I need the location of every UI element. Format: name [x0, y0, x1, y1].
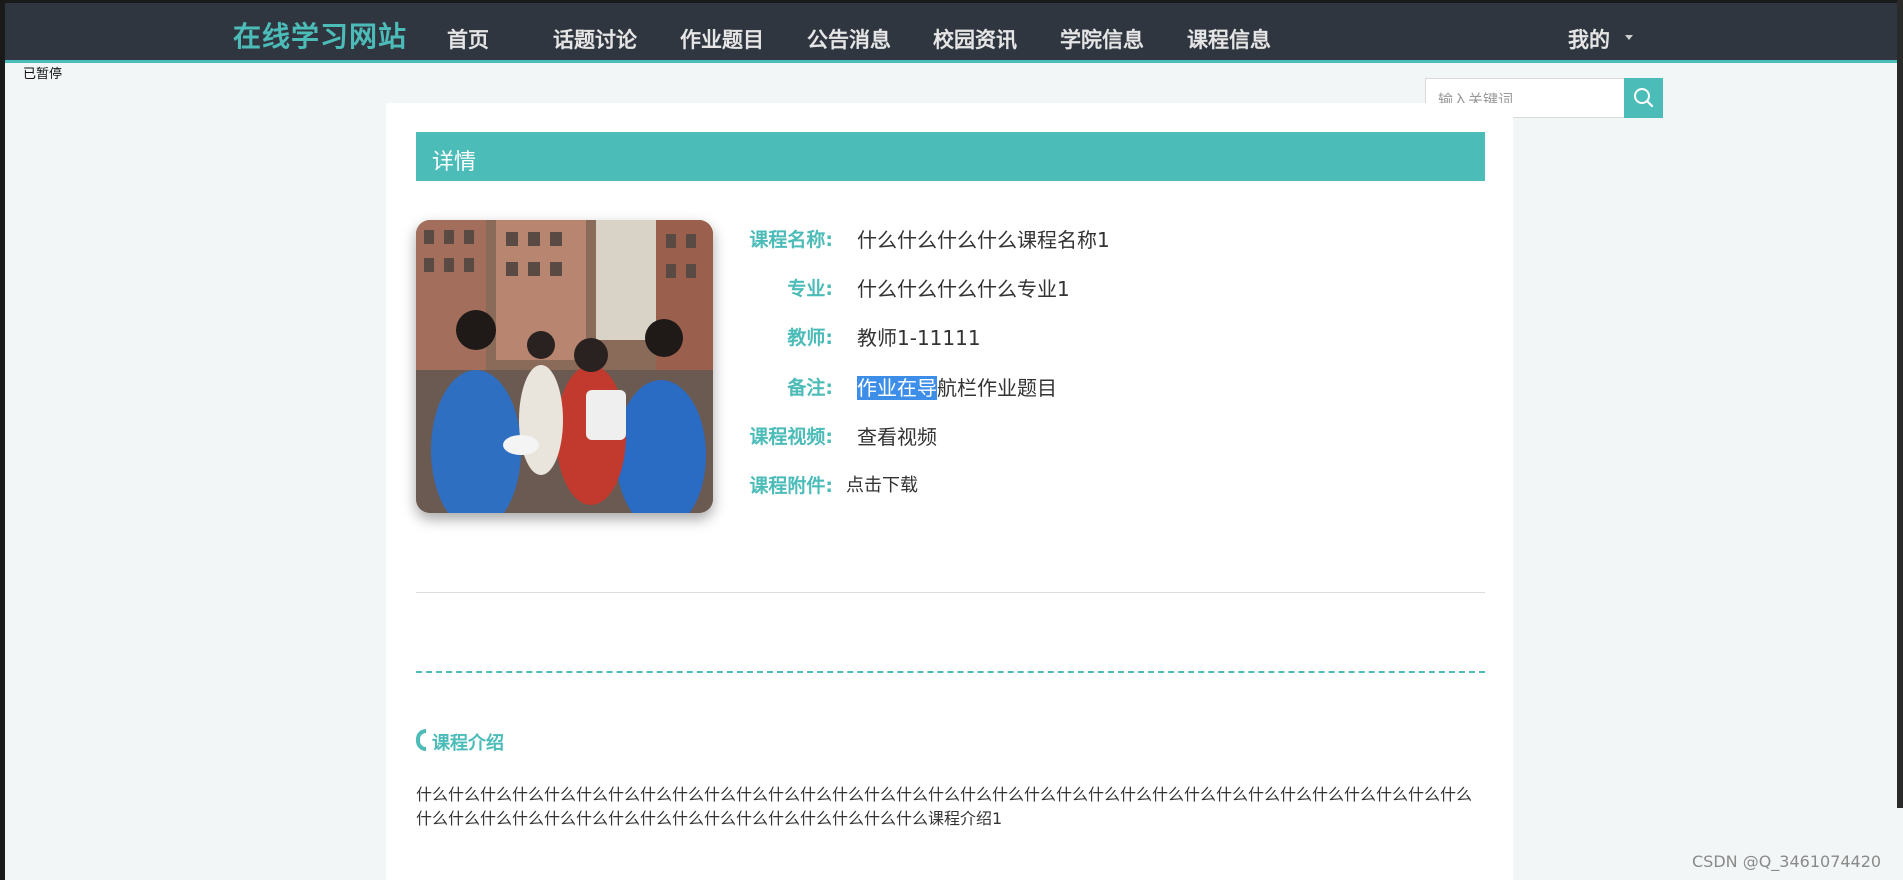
top-navbar: 在线学习网站 首页 话题讨论 作业题目 公告消息 校园资讯 学院信息 课程信息 … [5, 3, 1897, 63]
field-label-major: 专业: [787, 278, 833, 300]
paused-label: 已暂停 [23, 67, 63, 82]
field-label-remark: 备注: [787, 377, 833, 399]
field-label-video: 课程视频: [749, 426, 833, 448]
detail-header: 详情 [416, 132, 1485, 181]
nav-course-info[interactable]: 课程信息 [1187, 24, 1271, 54]
nav-homework[interactable]: 作业题目 [680, 24, 764, 54]
field-value-course-name: 什么什么什么什么课程名称1 [857, 228, 1110, 252]
nav-college-info[interactable]: 学院信息 [1060, 24, 1144, 54]
field-value-major: 什么什么什么什么专业1 [857, 277, 1070, 301]
remark-rest-text: 航栏作业题目 [937, 376, 1057, 400]
watermark: CSDN @Q_3461074420 [1692, 852, 1882, 871]
scrollbar[interactable] [1897, 0, 1903, 808]
nav-topics[interactable]: 话题讨论 [553, 24, 637, 54]
download-link[interactable]: 点击下载 [846, 471, 918, 497]
chevron-down-icon[interactable] [1625, 35, 1633, 40]
nav-campus-news[interactable]: 校园资讯 [933, 24, 1017, 54]
section-divider [416, 592, 1485, 593]
field-value-remark: 作业在导航栏作业题目 [857, 372, 1057, 401]
nav-mine-dropdown[interactable]: 我的 [1568, 24, 1610, 54]
search-icon [1634, 88, 1654, 108]
nav-home[interactable]: 首页 [447, 24, 489, 54]
field-label-course-name: 课程名称: [749, 229, 833, 251]
dashed-divider [416, 671, 1485, 673]
field-label-attachment: 课程附件: [749, 475, 833, 497]
view-video-link[interactable]: 查看视频 [857, 421, 937, 450]
field-label-teacher: 教师: [787, 327, 833, 349]
search-button[interactable] [1624, 78, 1663, 118]
intro-title: 课程介绍 [432, 733, 504, 754]
course-image [416, 220, 713, 513]
site-brand[interactable]: 在线学习网站 [233, 15, 407, 55]
intro-text: 什么什么什么什么什么什么什么什么什么什么什么什么什么什么什么什么什么什么什么什么… [416, 785, 1473, 828]
selected-text: 作业在导 [857, 376, 937, 400]
nav-notices[interactable]: 公告消息 [807, 24, 891, 54]
field-value-teacher: 教师1-11111 [857, 326, 981, 350]
